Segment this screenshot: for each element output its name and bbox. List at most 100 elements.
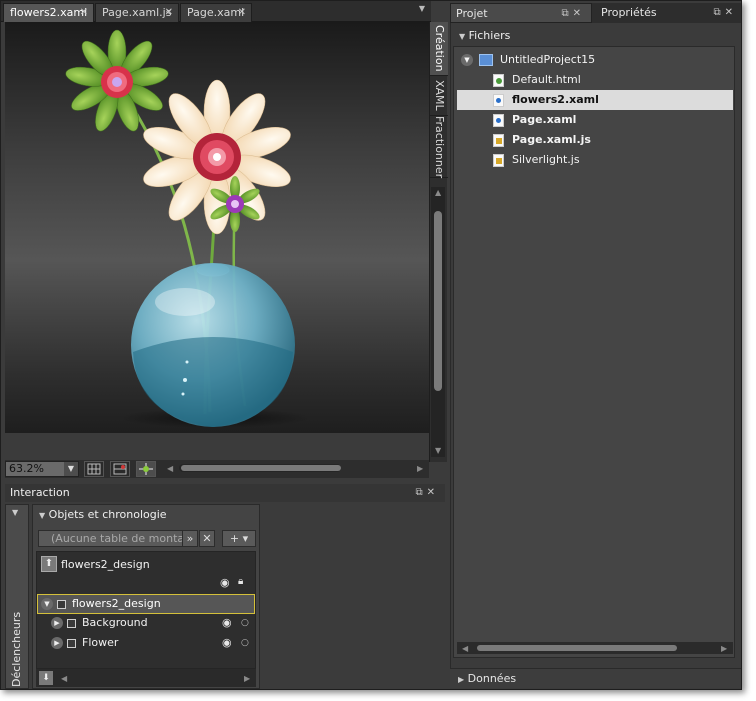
- artboard[interactable]: [5, 22, 429, 433]
- grid-icon[interactable]: [84, 461, 104, 477]
- scope-down-icon[interactable]: ⬇: [39, 671, 53, 685]
- storyboard-combobox[interactable]: (Aucune table de montage: [38, 530, 198, 547]
- blend-window: flowers2.xaml ✕ Page.xaml.js ✕ Page.xaml…: [0, 0, 742, 690]
- element-icon: [67, 638, 76, 648]
- close-icon[interactable]: ✕: [573, 8, 585, 19]
- close-icon[interactable]: ✕: [238, 4, 246, 22]
- scroll-right-icon[interactable]: ▶: [417, 464, 423, 473]
- triangle-icon[interactable]: ▼: [12, 508, 18, 517]
- file-row-default-html[interactable]: Default.html: [457, 70, 733, 90]
- js-file-icon: [493, 153, 504, 167]
- scroll-right-icon[interactable]: ▶: [721, 644, 727, 653]
- data-section-title: Données: [467, 672, 517, 685]
- file-row-silverlight-js[interactable]: Silverlight.js: [457, 150, 733, 170]
- file-name: Default.html: [512, 73, 581, 86]
- triangle-icon[interactable]: ▼: [461, 54, 473, 66]
- snap-to-lines-icon[interactable]: [136, 461, 156, 477]
- close-icon[interactable]: ✕: [165, 4, 173, 22]
- triangle-icon: ▶: [458, 675, 465, 684]
- lock-icon[interactable]: 🔒︎: [238, 576, 243, 587]
- tree-bottom-bar: [36, 669, 256, 687]
- xaml-file-icon: [493, 113, 504, 127]
- tree-row-label: flowers2_design: [72, 597, 161, 610]
- files-scroll-thumb[interactable]: [477, 645, 677, 651]
- project-name: UntitledProject15: [500, 53, 596, 66]
- eye-icon[interactable]: ◉: [220, 576, 230, 589]
- tree-row-label: Flower: [82, 636, 119, 649]
- tree-row-flowers2-design[interactable]: ▼ flowers2_design: [37, 594, 255, 614]
- tab-creation[interactable]: Création: [430, 22, 448, 76]
- tree-row-flower[interactable]: ▶ Flower ◉ ○: [37, 633, 255, 653]
- scroll-down-icon[interactable]: ▼: [435, 446, 441, 455]
- file-name: flowers2.xaml: [512, 93, 599, 106]
- dock-icon[interactable]: ⧉: [713, 7, 724, 18]
- vertical-scroll-thumb[interactable]: [434, 211, 442, 391]
- eye-icon[interactable]: ◉: [222, 613, 232, 633]
- scope-up-icon[interactable]: ⬆: [41, 556, 57, 572]
- data-section-header[interactable]: ▶ Données: [450, 668, 741, 688]
- scroll-up-icon[interactable]: ▲: [435, 188, 441, 197]
- tab-proprietes[interactable]: Propriétés ⧉✕: [596, 3, 741, 23]
- chevron-down-icon[interactable]: ▼: [64, 462, 78, 476]
- xaml-file-icon: [493, 93, 504, 107]
- doc-tab-label: Page.xaml.js: [102, 6, 172, 19]
- new-storyboard-button[interactable]: + ▾: [222, 530, 256, 547]
- triangle-icon[interactable]: ▶: [51, 617, 63, 629]
- panel-title: Interaction: [10, 486, 70, 499]
- file-row-flowers2-xaml[interactable]: flowers2.xaml: [457, 90, 733, 110]
- scroll-left-icon[interactable]: ◀: [61, 674, 67, 683]
- scroll-left-icon[interactable]: ◀: [167, 464, 173, 473]
- zoom-combobox[interactable]: 63.2% ▼: [5, 461, 79, 477]
- tab-label: Propriétés: [601, 6, 657, 19]
- snap-grid-icon[interactable]: [110, 461, 130, 477]
- dock-icon[interactable]: ⧉: [561, 8, 572, 19]
- chevron-down-icon[interactable]: »: [182, 530, 198, 547]
- tab-label: Projet: [456, 7, 488, 20]
- right-panel-tabs: Projet ⧉✕ Propriétés ⧉✕: [450, 3, 741, 23]
- lock-dot-icon[interactable]: ○: [241, 613, 249, 633]
- project-root-row[interactable]: ▼ UntitledProject15: [457, 50, 733, 70]
- document-tab-bar: flowers2.xaml ✕ Page.xaml.js ✕ Page.xaml…: [1, 1, 431, 22]
- close-icon[interactable]: ✕: [725, 7, 737, 18]
- js-file-icon: [493, 133, 504, 147]
- triangle-icon[interactable]: ▶: [51, 637, 63, 649]
- interaction-panel-header: Interaction ⧉✕: [5, 484, 445, 502]
- element-icon: [67, 618, 76, 628]
- tab-projet[interactable]: Projet ⧉✕: [450, 3, 592, 23]
- file-name: Silverlight.js: [512, 153, 580, 166]
- close-storyboard-icon[interactable]: ✕: [199, 530, 215, 547]
- triangle-icon: ▼: [459, 32, 466, 41]
- triangle-icon[interactable]: ▼: [41, 598, 53, 610]
- eye-icon[interactable]: ◉: [222, 633, 232, 653]
- tab-fractionner[interactable]: Fractionner: [430, 116, 448, 178]
- doc-tab-flowers2-xaml[interactable]: flowers2.xaml ✕: [3, 3, 94, 22]
- file-name: Page.xaml.js: [512, 133, 591, 146]
- files-section-title: Fichiers: [468, 29, 511, 42]
- project-icon: [478, 54, 493, 66]
- tab-overflow-icon[interactable]: ▼: [419, 4, 425, 13]
- file-row-page-xaml-js[interactable]: Page.xaml.js: [457, 130, 733, 150]
- scroll-left-icon[interactable]: ◀: [462, 644, 468, 653]
- doc-tab-label: flowers2.xaml: [10, 6, 88, 19]
- close-icon[interactable]: ✕: [80, 4, 88, 22]
- flowers-vase-illustration: [65, 29, 310, 428]
- objects-timeline-title[interactable]: ▼ Objets et chronologie: [39, 508, 167, 521]
- doc-tab-label: Page.xaml: [187, 6, 245, 19]
- tree-row-background[interactable]: ▶ Background ◉ ○: [37, 613, 255, 633]
- file-row-page-xaml[interactable]: Page.xaml: [457, 110, 733, 130]
- horizontal-scroll-thumb[interactable]: [181, 465, 341, 471]
- doc-tab-page-xaml[interactable]: Page.xaml ✕: [180, 3, 252, 22]
- file-name: Page.xaml: [512, 113, 577, 126]
- files-section-header[interactable]: ▼ Fichiers: [459, 29, 510, 42]
- section-title-label: Objets et chronologie: [48, 508, 167, 521]
- dock-icon[interactable]: ⧉: [415, 487, 426, 498]
- tab-xaml[interactable]: XAML: [430, 76, 448, 116]
- close-icon[interactable]: ✕: [427, 487, 439, 498]
- element-icon: [57, 599, 66, 609]
- tree-row-label: Background: [82, 616, 148, 629]
- triggers-label: Déclencheurs: [10, 611, 23, 687]
- lock-dot-icon[interactable]: ○: [241, 633, 249, 653]
- scroll-right-icon[interactable]: ▶: [244, 674, 250, 683]
- doc-tab-page-xaml-js[interactable]: Page.xaml.js ✕: [95, 3, 179, 22]
- triangle-icon: ▼: [39, 511, 46, 520]
